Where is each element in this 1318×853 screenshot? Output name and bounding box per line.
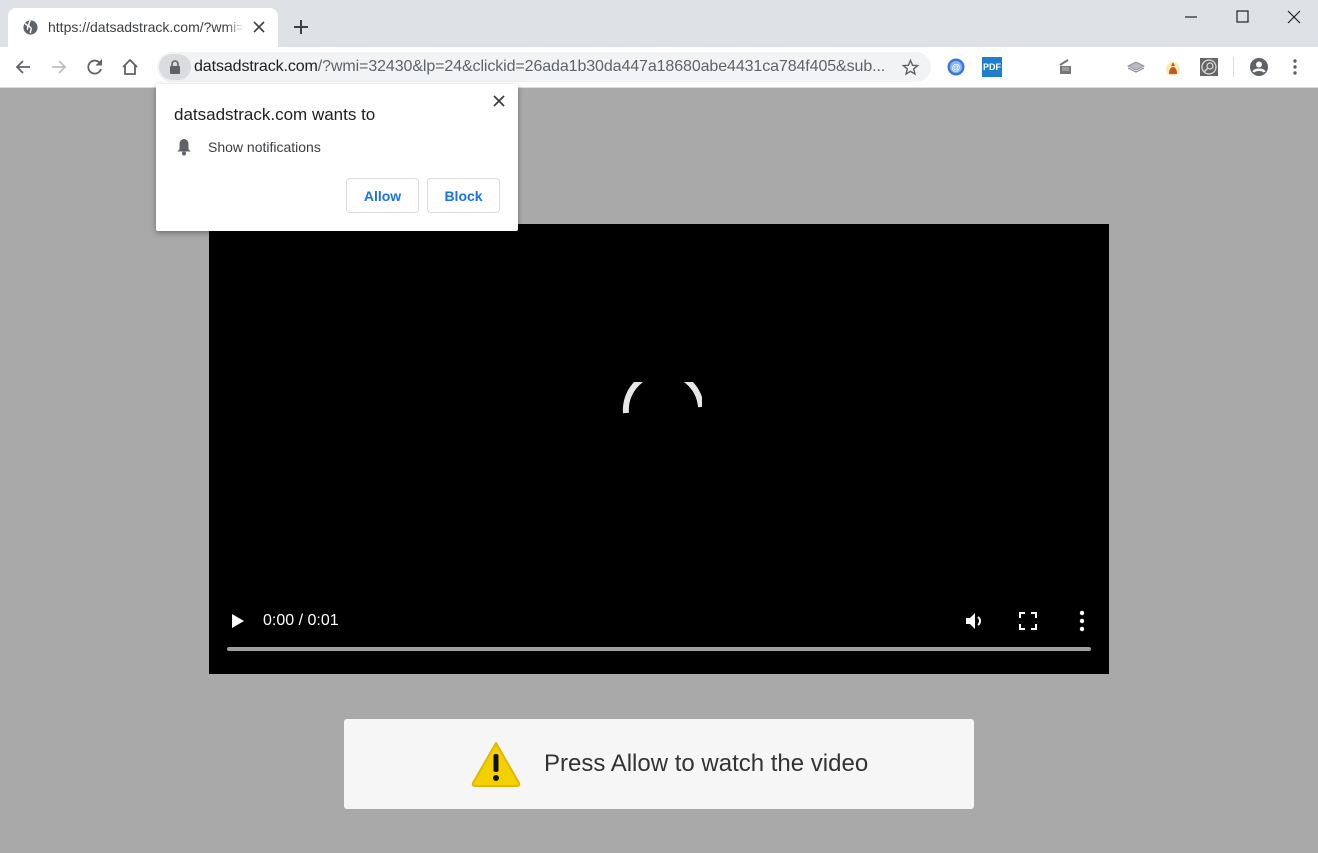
video-progress-bar[interactable] xyxy=(227,647,1091,651)
bookmark-star-icon[interactable] xyxy=(901,58,920,77)
video-clapper-extension-icon[interactable] xyxy=(1055,57,1075,77)
video-player[interactable]: 0:00 / 0:01 xyxy=(209,224,1109,674)
block-button[interactable]: Block xyxy=(427,178,500,213)
reload-icon[interactable] xyxy=(85,57,105,77)
bag-extension-icon[interactable] xyxy=(1163,57,1183,77)
warning-icon xyxy=(471,742,521,787)
forward-icon[interactable] xyxy=(49,57,69,77)
site-info-button[interactable] xyxy=(159,54,191,80)
popup-close-icon[interactable] xyxy=(492,94,506,108)
video-time: 0:00 / 0:01 xyxy=(263,612,339,629)
allow-button[interactable]: Allow xyxy=(346,178,419,213)
lock-icon xyxy=(170,60,180,74)
close-window-icon[interactable] xyxy=(1283,6,1305,28)
toolbar-separator xyxy=(1233,57,1234,77)
volume-icon[interactable] xyxy=(964,611,986,631)
pdf-extension-icon[interactable]: PDF xyxy=(982,57,1002,77)
url-text[interactable]: datsadstrack.com/?wmi=32430&lp=24&clicki… xyxy=(194,58,885,76)
popup-title: datsadstrack.com wants to xyxy=(174,105,376,124)
browser-tab[interactable]: https://datsadstrack.com/?wmi=32430&lp=2… xyxy=(8,8,278,47)
tab-strip: https://datsadstrack.com/?wmi=32430&lp=2… xyxy=(0,0,1318,47)
permission-label: Show notifications xyxy=(208,139,321,155)
stack-extension-icon[interactable] xyxy=(1126,57,1146,77)
browser-toolbar: datsadstrack.com/?wmi=32430&lp=24&clicki… xyxy=(0,47,1318,88)
url-host: datsadstrack.com xyxy=(194,58,318,75)
fullscreen-icon[interactable] xyxy=(1019,612,1037,630)
tab-close-icon[interactable] xyxy=(251,19,267,35)
globe-icon xyxy=(23,20,38,35)
svg-text:@: @ xyxy=(951,63,960,73)
bell-icon xyxy=(177,139,191,156)
notification-permission-popup: datsadstrack.com wants to Show notificat… xyxy=(156,84,518,231)
play-icon[interactable] xyxy=(231,613,245,629)
tab-title: https://datsadstrack.com/?wmi=32430&lp=2… xyxy=(48,19,244,35)
banner-message: Press Allow to watch the video xyxy=(544,750,869,777)
minimize-icon[interactable] xyxy=(1180,6,1202,28)
warning-banner: Press Allow to watch the video xyxy=(344,719,974,809)
loading-spinner-icon xyxy=(622,382,702,414)
address-bar[interactable]: datsadstrack.com/?wmi=32430&lp=24&clicki… xyxy=(157,52,931,82)
video-options-icon[interactable] xyxy=(1077,610,1087,632)
profile-avatar-icon[interactable] xyxy=(1249,57,1269,77)
url-path: /?wmi=32430&lp=24&clickid=26ada1b30da447… xyxy=(317,58,886,75)
search-extension-icon[interactable] xyxy=(1199,57,1219,77)
menu-kebab-icon[interactable] xyxy=(1285,57,1305,77)
new-tab-icon[interactable] xyxy=(292,18,310,36)
email-extension-icon[interactable]: @ xyxy=(946,57,966,77)
maximize-icon[interactable] xyxy=(1232,6,1254,28)
back-icon[interactable] xyxy=(13,57,33,77)
home-icon[interactable] xyxy=(120,57,140,77)
